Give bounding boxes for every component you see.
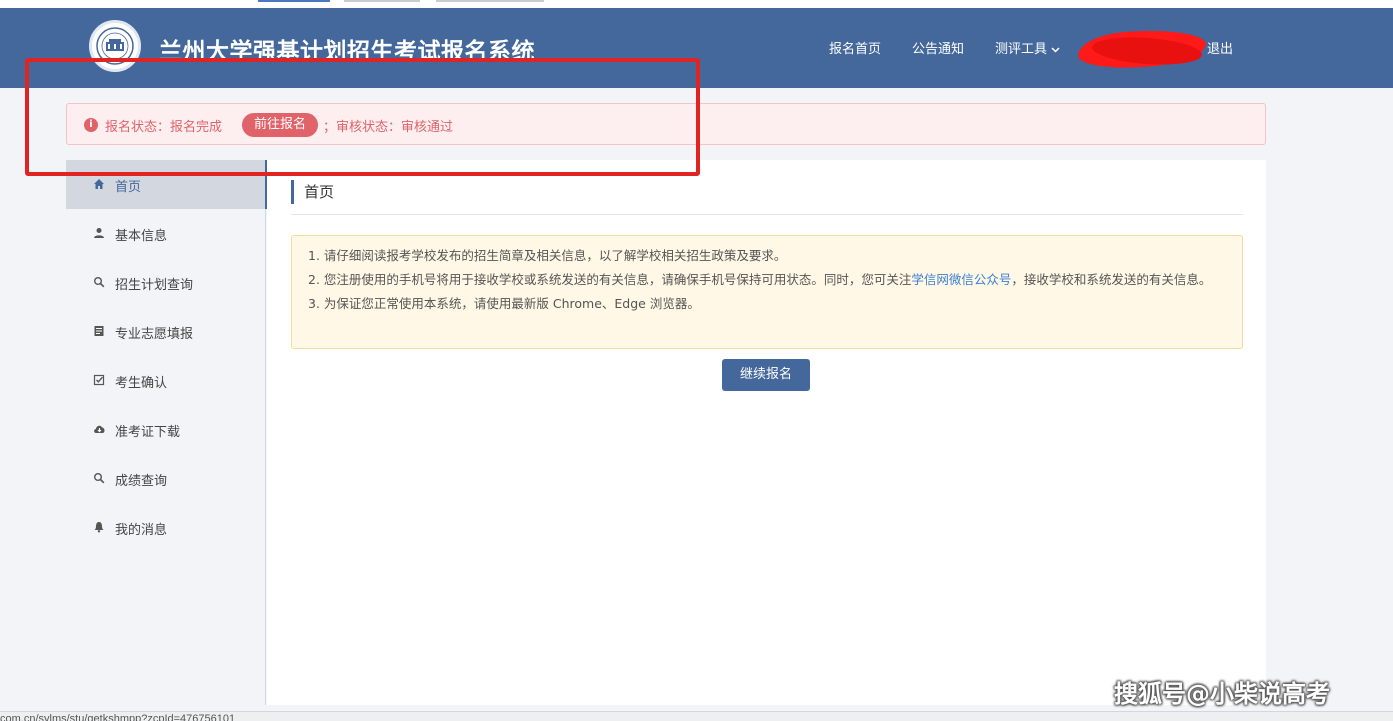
nav-assessment-tools-label: 测评工具 [995, 42, 1048, 57]
nav-logout[interactable]: 退出 [1207, 38, 1233, 57]
main-content: 首页 1. 请仔细阅读报考学校发布的招生简章及相关信息，以了解学校相关招生政策及… [267, 160, 1266, 705]
browser-top-strip [0, 0, 1393, 8]
notice-line-1: 1. 请仔细阅读报考学校发布的招生简章及相关信息，以了解学校相关招生政策及要求。 [308, 248, 787, 263]
sidebar-item-candidate-confirm[interactable]: 考生确认 [66, 356, 266, 405]
search-icon [93, 472, 105, 484]
search-icon [93, 276, 105, 288]
sidebar-item-score-query[interactable]: 成绩查询 [66, 454, 266, 503]
sidebar-item-label: 基本信息 [115, 229, 168, 244]
sidebar-item-label: 专业志愿填报 [115, 327, 194, 342]
red-annotation-box [25, 58, 700, 176]
sidebar-item-enrollment-plan[interactable]: 招生计划查询 [66, 258, 266, 307]
watermark: 搜狐号@小柴说高考 [1114, 680, 1330, 708]
notice-line-2: 2. 您注册使用的手机号将用于接收学校或系统发送的有关信息，请确保手机号保持可用… [308, 268, 1226, 292]
status-url: com.cn/sylms/stu/getkshmpp?zcpId=4767561… [0, 713, 236, 721]
sidebar-item-label: 招生计划查询 [115, 278, 194, 293]
continue-registration-button[interactable]: 继续报名 [722, 359, 810, 391]
sidebar-item-label: 我的消息 [115, 523, 168, 538]
nav-announcements[interactable]: 公告通知 [912, 38, 964, 57]
chevron-down-icon [1051, 46, 1060, 53]
title-divider [291, 214, 1243, 215]
browser-tab-indicator [436, 0, 544, 2]
browser-tab-indicator [258, 0, 330, 2]
nav-assessment-tools[interactable]: 测评工具 [995, 38, 1060, 57]
wechat-account-link[interactable]: 学信网微信公众号 [911, 272, 1011, 287]
browser-tab-indicator [344, 0, 420, 2]
sidebar: 首页 基本信息 招生计划查询 专业志愿填报 考生确认 准考证下载 成绩查询 我的… [66, 160, 267, 705]
notice-box: 1. 请仔细阅读报考学校发布的招生简章及相关信息，以了解学校相关招生政策及要求。… [291, 235, 1243, 349]
page-title: 首页 [291, 180, 334, 204]
bell-icon [93, 521, 105, 533]
notice-line-2-tail: ，接收学校和系统发送的有关信息。 [1011, 272, 1212, 287]
home-icon [93, 178, 105, 190]
sidebar-item-admission-ticket[interactable]: 准考证下载 [66, 405, 266, 454]
sidebar-item-label: 成绩查询 [115, 474, 168, 489]
notice-line-2-text: 2. 您注册使用的手机号将用于接收学校或系统发送的有关信息，请确保手机号保持可用… [308, 272, 912, 287]
checkbox-icon [93, 374, 105, 386]
sidebar-item-major-preference[interactable]: 专业志愿填报 [66, 307, 266, 356]
form-icon [93, 325, 105, 337]
notice-line-3: 3. 为保证您正常使用本系统，请使用最新版 Chrome、Edge 浏览器。 [308, 296, 700, 311]
user-icon [93, 227, 105, 239]
browser-status-bar: com.cn/sylms/stu/getkshmpp?zcpId=4767561… [0, 711, 1393, 721]
sidebar-item-label: 准考证下载 [115, 425, 181, 440]
nav-home[interactable]: 报名首页 [829, 38, 881, 57]
sidebar-item-basic-info[interactable]: 基本信息 [66, 209, 266, 258]
sidebar-item-label: 考生确认 [115, 376, 168, 391]
cloud-download-icon [93, 423, 105, 435]
sidebar-item-messages[interactable]: 我的消息 [66, 503, 266, 552]
sidebar-item-label: 首页 [115, 180, 142, 195]
